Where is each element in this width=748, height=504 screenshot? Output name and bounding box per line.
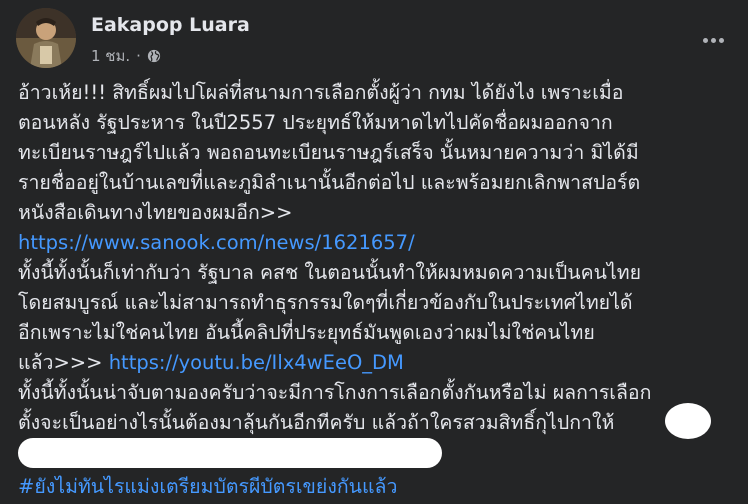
post-header: Eakapop Luara 1 ชม. · xyxy=(16,8,736,68)
post-text-line: ตอนหลัง รัฐประหาร ในปี2557 ประยุทธ์ให้มห… xyxy=(18,111,613,134)
sanook-link[interactable]: https://www.sanook.com/news/1621657/ xyxy=(18,231,415,254)
redaction-mark xyxy=(665,403,711,439)
post-text-fragment: แล้ว>>> xyxy=(18,351,109,374)
meta-separator: · xyxy=(136,47,141,65)
avatar[interactable] xyxy=(16,8,76,68)
youtube-link[interactable]: https://youtu.be/Ilx4wEeO_DM xyxy=(109,351,404,374)
post-text-line: ทั้งนี้ทั้งนั้นก็เท่ากับว่า รัฐบาล คสช ใ… xyxy=(18,261,642,284)
more-horizontal-icon xyxy=(702,37,708,43)
post-text-line: โดยสมบูรณ์ และไม่สามารถทำธุรกรรมใดๆที่เก… xyxy=(18,291,633,314)
avatar-image xyxy=(16,8,76,68)
more-options-button[interactable] xyxy=(698,30,728,50)
author-name[interactable]: Eakapop Luara xyxy=(91,14,250,36)
post-text-line: ทั้งนี้ทั้งนั้นน่าจับตามองครับว่าจะมีการ… xyxy=(18,381,652,404)
post-text-line: ทะเบียนราษฎร์ไปแล้ว พอถอนทะเบียนราษฎร์เส… xyxy=(18,141,639,164)
youtube-link-line: แล้ว>>> https://youtu.be/Ilx4wEeO_DM xyxy=(18,348,734,378)
hashtag-link[interactable]: #ยังไม่ทันไรแม่งเตรียมบัตรผีบัตรเขย่งกัน… xyxy=(18,472,397,502)
post-text: อ้าวเห้ย!!! สิทธิ์ผมไปโผล่ที่สนามการเลือ… xyxy=(18,78,734,438)
post-text-line: รายชื่ออยู่ในบ้านเลขที่และภูมิลำเนานั้นอ… xyxy=(18,171,641,194)
post-text-line: หนังสือเดินทางไทยของผมอีก>> xyxy=(18,201,293,224)
sanook-link-line: https://www.sanook.com/news/1621657/ xyxy=(18,228,734,258)
post-text-line: ตั้งจะเป็นอย่างไรนั้นต้องมาลุ้นกันอีกทีค… xyxy=(18,411,615,434)
post-text-line: อ้าวเห้ย!!! สิทธิ์ผมไปโผล่ที่สนามการเลือ… xyxy=(18,81,624,104)
post-time[interactable]: 1 ชม. xyxy=(91,44,130,68)
post-meta: 1 ชม. · xyxy=(91,44,161,68)
globe-icon xyxy=(147,49,161,63)
redaction-bar xyxy=(18,438,442,468)
post-text-line: อีกเพราะไม่ใช่คนไทย อันนี้คลิปที่ประยุทธ… xyxy=(18,321,595,344)
